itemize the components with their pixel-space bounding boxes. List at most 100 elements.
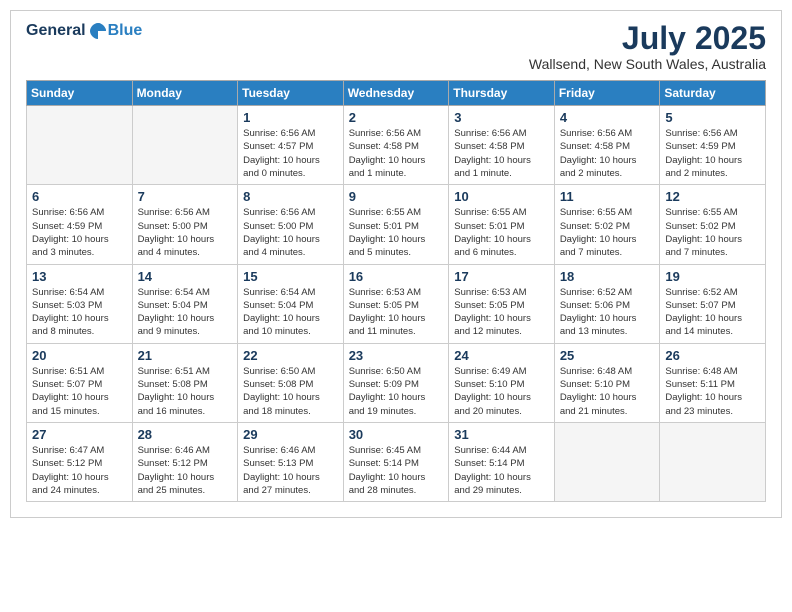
calendar-cell-w2-d4: 9Sunrise: 6:55 AM Sunset: 5:01 PM Daylig… bbox=[343, 185, 449, 264]
day-number: 26 bbox=[665, 348, 760, 363]
title-block: July 2025 Wallsend, New South Wales, Aus… bbox=[529, 21, 766, 72]
logo-general: General bbox=[26, 22, 86, 40]
header-monday: Monday bbox=[132, 81, 238, 106]
calendar-cell-w3-d1: 13 Sunrise: 6:54 AM Sunset: 5:03 PM Dayli… bbox=[27, 264, 133, 343]
day-number: 28 bbox=[138, 427, 233, 442]
calendar-cell-w4-d7: 26 Sunrise: 6:48 AM Sunset: 5:11 PM Dayli… bbox=[660, 343, 766, 422]
calendar-cell-w2-d7: 12Sunrise: 6:55 AM Sunset: 5:02 PM Dayli… bbox=[660, 185, 766, 264]
header: General Blue July 2025 Wallsend, New Sou… bbox=[26, 21, 766, 72]
calendar-table: Sunday Monday Tuesday Wednesday Thursday… bbox=[26, 80, 766, 502]
calendar-cell-w3-d3: 15 Sunrise: 6:54 AM Sunset: 5:04 PM Dayli… bbox=[238, 264, 344, 343]
day-number: 8 bbox=[243, 189, 338, 204]
day-info: Sunrise: 6:56 AM Sunset: 4:57 PM Dayligh… bbox=[243, 127, 338, 180]
day-number: 30 bbox=[349, 427, 444, 442]
calendar-cell-w5-d4: 30Sunrise: 6:45 AM Sunset: 5:14 PM Dayli… bbox=[343, 422, 449, 501]
logo-icon bbox=[88, 21, 108, 41]
calendar-cell-w4-d3: 22Sunrise: 6:50 AM Sunset: 5:08 PM Dayli… bbox=[238, 343, 344, 422]
day-number: 6 bbox=[32, 189, 127, 204]
calendar-cell-w3-d5: 17 Sunrise: 6:53 AM Sunset: 5:05 PM Dayli… bbox=[449, 264, 555, 343]
week-row-5: 27 Sunrise: 6:47 AM Sunset: 5:12 PM Dayli… bbox=[27, 422, 766, 501]
calendar-cell-w2-d1: 6 Sunrise: 6:56 AM Sunset: 4:59 PM Daylig… bbox=[27, 185, 133, 264]
calendar-page: General Blue July 2025 Wallsend, New Sou… bbox=[10, 10, 782, 518]
day-number: 1 bbox=[243, 110, 338, 125]
day-info: Sunrise: 6:53 AM Sunset: 5:05 PM Dayligh… bbox=[454, 286, 549, 339]
calendar-cell-w5-d3: 29 Sunrise: 6:46 AM Sunset: 5:13 PM Dayli… bbox=[238, 422, 344, 501]
day-info: Sunrise: 6:54 AM Sunset: 5:04 PM Dayligh… bbox=[138, 286, 233, 339]
week-row-4: 20 Sunrise: 6:51 AM Sunset: 5:07 PM Dayli… bbox=[27, 343, 766, 422]
calendar-cell-w4-d2: 21 Sunrise: 6:51 AM Sunset: 5:08 PM Dayli… bbox=[132, 343, 238, 422]
day-number: 4 bbox=[560, 110, 655, 125]
header-saturday: Saturday bbox=[660, 81, 766, 106]
calendar-cell-w1-d6: 4 Sunrise: 6:56 AM Sunset: 4:58 PM Daylig… bbox=[554, 106, 660, 185]
calendar-cell-w1-d5: 3 Sunrise: 6:56 AM Sunset: 4:58 PM Daylig… bbox=[449, 106, 555, 185]
day-number: 14 bbox=[138, 269, 233, 284]
calendar-cell-w3-d7: 19Sunrise: 6:52 AM Sunset: 5:07 PM Dayli… bbox=[660, 264, 766, 343]
header-sunday: Sunday bbox=[27, 81, 133, 106]
day-info: Sunrise: 6:46 AM Sunset: 5:13 PM Dayligh… bbox=[243, 444, 338, 497]
week-row-2: 6 Sunrise: 6:56 AM Sunset: 4:59 PM Daylig… bbox=[27, 185, 766, 264]
calendar-cell-w4-d4: 23Sunrise: 6:50 AM Sunset: 5:09 PM Dayli… bbox=[343, 343, 449, 422]
week-row-3: 13 Sunrise: 6:54 AM Sunset: 5:03 PM Dayli… bbox=[27, 264, 766, 343]
day-number: 9 bbox=[349, 189, 444, 204]
calendar-cell-w5-d1: 27 Sunrise: 6:47 AM Sunset: 5:12 PM Dayli… bbox=[27, 422, 133, 501]
calendar-cell-w2-d3: 8 Sunrise: 6:56 AM Sunset: 5:00 PM Daylig… bbox=[238, 185, 344, 264]
calendar-cell-w5-d5: 31 Sunrise: 6:44 AM Sunset: 5:14 PM Dayli… bbox=[449, 422, 555, 501]
calendar-cell-w1-d4: 2 Sunrise: 6:56 AM Sunset: 4:58 PM Daylig… bbox=[343, 106, 449, 185]
calendar-cell-w2-d2: 7Sunrise: 6:56 AM Sunset: 5:00 PM Daylig… bbox=[132, 185, 238, 264]
day-number: 17 bbox=[454, 269, 549, 284]
day-info: Sunrise: 6:48 AM Sunset: 5:11 PM Dayligh… bbox=[665, 365, 760, 418]
day-info: Sunrise: 6:56 AM Sunset: 4:58 PM Dayligh… bbox=[349, 127, 444, 180]
day-info: Sunrise: 6:55 AM Sunset: 5:01 PM Dayligh… bbox=[454, 206, 549, 259]
calendar-cell-w4-d5: 24 Sunrise: 6:49 AM Sunset: 5:10 PM Dayli… bbox=[449, 343, 555, 422]
day-number: 10 bbox=[454, 189, 549, 204]
calendar-cell-w4-d1: 20 Sunrise: 6:51 AM Sunset: 5:07 PM Dayli… bbox=[27, 343, 133, 422]
week-row-1: 1 Sunrise: 6:56 AM Sunset: 4:57 PM Daylig… bbox=[27, 106, 766, 185]
day-info: Sunrise: 6:54 AM Sunset: 5:04 PM Dayligh… bbox=[243, 286, 338, 339]
day-number: 27 bbox=[32, 427, 127, 442]
day-info: Sunrise: 6:47 AM Sunset: 5:12 PM Dayligh… bbox=[32, 444, 127, 497]
day-info: Sunrise: 6:56 AM Sunset: 4:58 PM Dayligh… bbox=[560, 127, 655, 180]
day-info: Sunrise: 6:56 AM Sunset: 4:59 PM Dayligh… bbox=[32, 206, 127, 259]
day-number: 19 bbox=[665, 269, 760, 284]
calendar-cell-w1-d7: 5Sunrise: 6:56 AM Sunset: 4:59 PM Daylig… bbox=[660, 106, 766, 185]
day-number: 21 bbox=[138, 348, 233, 363]
header-tuesday: Tuesday bbox=[238, 81, 344, 106]
day-number: 7 bbox=[138, 189, 233, 204]
day-info: Sunrise: 6:49 AM Sunset: 5:10 PM Dayligh… bbox=[454, 365, 549, 418]
day-number: 5 bbox=[665, 110, 760, 125]
day-info: Sunrise: 6:46 AM Sunset: 5:12 PM Dayligh… bbox=[138, 444, 233, 497]
day-info: Sunrise: 6:48 AM Sunset: 5:10 PM Dayligh… bbox=[560, 365, 655, 418]
header-wednesday: Wednesday bbox=[343, 81, 449, 106]
day-info: Sunrise: 6:44 AM Sunset: 5:14 PM Dayligh… bbox=[454, 444, 549, 497]
day-number: 16 bbox=[349, 269, 444, 284]
day-info: Sunrise: 6:53 AM Sunset: 5:05 PM Dayligh… bbox=[349, 286, 444, 339]
day-number: 15 bbox=[243, 269, 338, 284]
location-subtitle: Wallsend, New South Wales, Australia bbox=[529, 56, 766, 72]
day-number: 24 bbox=[454, 348, 549, 363]
day-info: Sunrise: 6:56 AM Sunset: 5:00 PM Dayligh… bbox=[243, 206, 338, 259]
day-number: 3 bbox=[454, 110, 549, 125]
header-friday: Friday bbox=[554, 81, 660, 106]
calendar-cell-w4-d6: 25Sunrise: 6:48 AM Sunset: 5:10 PM Dayli… bbox=[554, 343, 660, 422]
header-thursday: Thursday bbox=[449, 81, 555, 106]
day-number: 22 bbox=[243, 348, 338, 363]
calendar-cell-w3-d6: 18Sunrise: 6:52 AM Sunset: 5:06 PM Dayli… bbox=[554, 264, 660, 343]
day-info: Sunrise: 6:51 AM Sunset: 5:08 PM Dayligh… bbox=[138, 365, 233, 418]
calendar-cell-w5-d6 bbox=[554, 422, 660, 501]
day-number: 12 bbox=[665, 189, 760, 204]
day-number: 29 bbox=[243, 427, 338, 442]
day-number: 18 bbox=[560, 269, 655, 284]
day-info: Sunrise: 6:51 AM Sunset: 5:07 PM Dayligh… bbox=[32, 365, 127, 418]
day-info: Sunrise: 6:56 AM Sunset: 4:58 PM Dayligh… bbox=[454, 127, 549, 180]
month-year-title: July 2025 bbox=[529, 21, 766, 56]
day-number: 20 bbox=[32, 348, 127, 363]
calendar-cell-w2-d6: 11Sunrise: 6:55 AM Sunset: 5:02 PM Dayli… bbox=[554, 185, 660, 264]
day-number: 31 bbox=[454, 427, 549, 442]
day-number: 13 bbox=[32, 269, 127, 284]
calendar-cell-w2-d5: 10 Sunrise: 6:55 AM Sunset: 5:01 PM Dayli… bbox=[449, 185, 555, 264]
days-header-row: Sunday Monday Tuesday Wednesday Thursday… bbox=[27, 81, 766, 106]
calendar-cell-w1-d1 bbox=[27, 106, 133, 185]
day-number: 2 bbox=[349, 110, 444, 125]
day-info: Sunrise: 6:54 AM Sunset: 5:03 PM Dayligh… bbox=[32, 286, 127, 339]
calendar-cell-w3-d2: 14 Sunrise: 6:54 AM Sunset: 5:04 PM Dayli… bbox=[132, 264, 238, 343]
